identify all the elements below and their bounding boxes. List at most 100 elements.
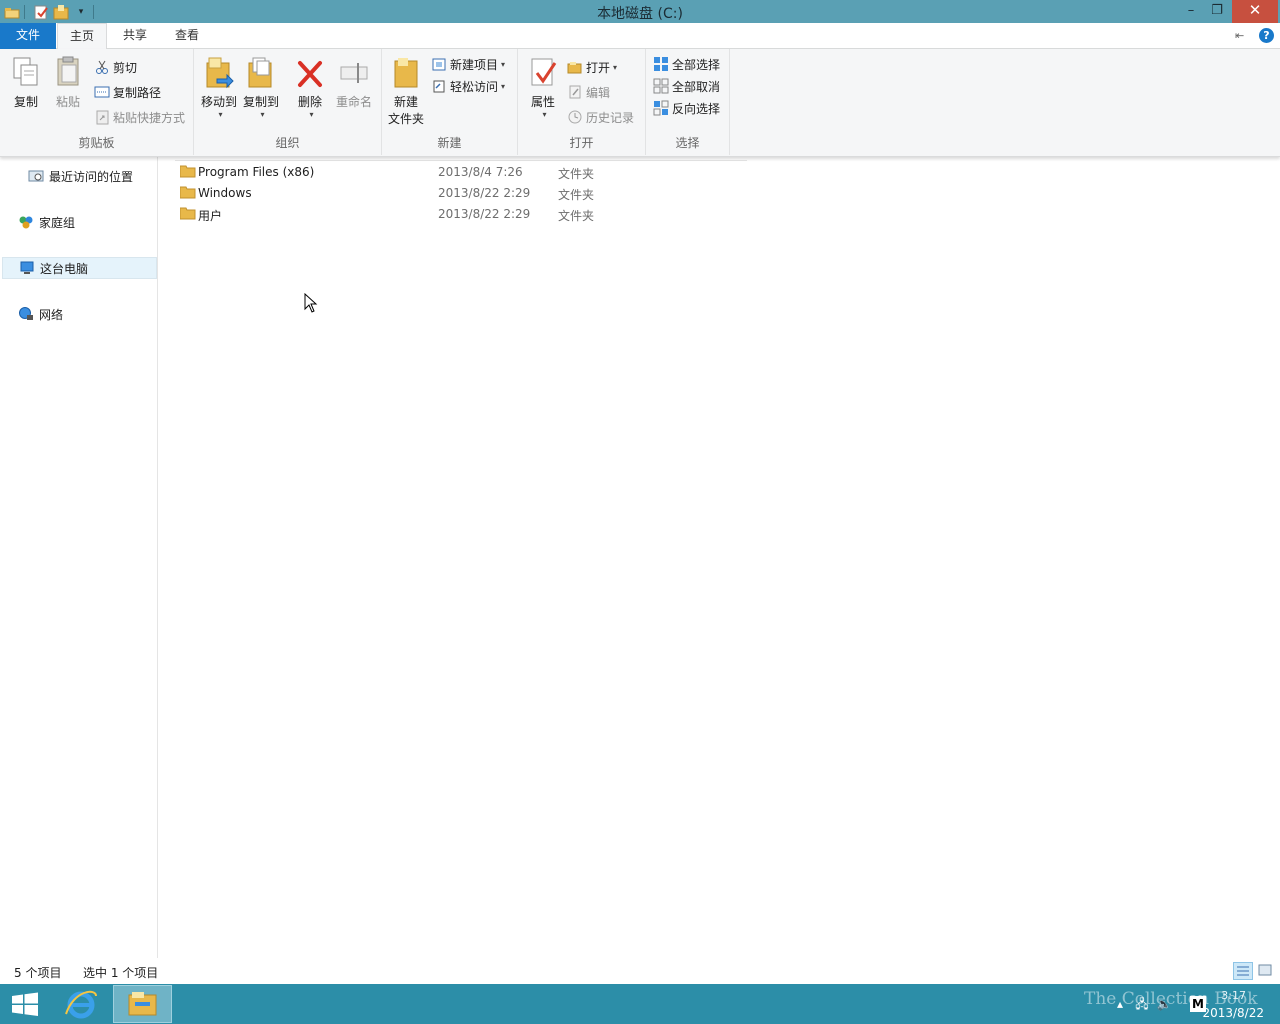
file-date: 2013/8/22 2:29	[438, 186, 531, 200]
invert-selection-button[interactable]: 反向选择	[653, 98, 720, 118]
tab-file[interactable]: 文件	[0, 23, 56, 49]
copy-path-button[interactable]: 复制路径	[94, 82, 161, 102]
nav-item-network[interactable]: 网络	[18, 303, 63, 325]
details-view-icon[interactable]	[1233, 962, 1253, 980]
easy-access-label: 轻松访问	[450, 79, 499, 94]
rename-icon	[338, 55, 370, 91]
restore-button[interactable]: ❐	[1204, 0, 1230, 23]
taskbar: The Collection Book ▴ 🖧 🔈 M 3:17 2013/8/…	[0, 984, 1280, 1024]
clock-time[interactable]: 3:17	[1221, 989, 1246, 1002]
file-explorer-taskbar-button[interactable]	[113, 985, 172, 1023]
select-all-button[interactable]: 全部选择	[653, 54, 720, 74]
nav-item-recent[interactable]: 最近访问的位置	[28, 165, 133, 187]
move-to-dropdown-icon: ▾	[218, 110, 223, 119]
network-tray-icon[interactable]: 🖧	[1134, 996, 1150, 1012]
open-label: 打开	[586, 60, 611, 75]
file-row[interactable]: 用户 2013/8/22 2:29 文件夹	[175, 204, 755, 224]
organize-group: 移动到 ▾ 复制到 ▾ 删除 ▾ 重命名 组织	[194, 49, 382, 155]
copy-button[interactable]: 复制	[6, 55, 46, 110]
open-folder-icon	[567, 59, 583, 75]
nav-item-this-pc[interactable]: 这台电脑	[2, 257, 157, 279]
copy-label: 复制	[13, 95, 38, 109]
copy-to-icon	[245, 55, 277, 91]
new-group: 新建 文件夹 新建项目 ▾ 轻松访问 ▾ 新建	[382, 49, 518, 155]
nav-item-network-label: 网络	[39, 307, 64, 322]
show-hidden-icons-icon[interactable]: ▴	[1112, 996, 1128, 1012]
close-button[interactable]: ✕	[1232, 0, 1278, 23]
file-date: 2013/8/4 7:26	[438, 165, 523, 179]
ribbon-tab-bar: 文件 主页 共享 查看 ⇤ ?	[0, 23, 1280, 50]
copy-to-button[interactable]: 复制到 ▾	[241, 55, 281, 119]
cut-button[interactable]: 剪切	[94, 57, 137, 77]
recent-places-icon	[28, 168, 44, 184]
volume-icon[interactable]: 🔈	[1156, 996, 1172, 1012]
paste-shortcut-icon	[94, 109, 110, 125]
new-item-button[interactable]: 新建项目 ▾	[431, 54, 505, 74]
edit-button[interactable]: 编辑	[567, 82, 610, 102]
properties-dropdown-icon: ▾	[542, 110, 547, 119]
properties-label: 属性	[530, 95, 555, 109]
paste-shortcut-label: 粘贴快捷方式	[113, 110, 186, 125]
easy-access-dropdown-icon: ▾	[501, 81, 506, 91]
history-button[interactable]: 历史记录	[567, 107, 634, 127]
paste-label: 粘贴	[55, 95, 80, 109]
nav-item-homegroup[interactable]: 家庭组	[18, 211, 75, 233]
copy-to-dropdown-icon: ▾	[260, 110, 265, 119]
file-type: 文件夹	[558, 167, 595, 181]
clipboard-group: 复制 粘贴 剪切 复制路径 粘贴快捷方式 剪贴板	[0, 49, 194, 155]
properties-button[interactable]: 属性 ▾	[524, 55, 562, 119]
delete-button[interactable]: 删除 ▾	[290, 55, 330, 119]
help-icon[interactable]: ?	[1259, 28, 1274, 43]
homegroup-icon	[18, 214, 34, 230]
clock-date[interactable]: 2013/8/22	[1202, 1006, 1264, 1020]
delete-dropdown-icon: ▾	[309, 110, 314, 119]
move-to-button[interactable]: 移动到 ▾	[199, 55, 239, 119]
invert-selection-label: 反向选择	[672, 101, 721, 116]
move-to-icon	[203, 55, 235, 91]
minimize-ribbon-icon[interactable]: ⇤	[1235, 29, 1251, 42]
select-all-icon	[653, 56, 669, 72]
nav-item-this-pc-label: 这台电脑	[40, 261, 89, 276]
easy-access-button[interactable]: 轻松访问 ▾	[431, 76, 505, 96]
copy-to-label: 复制到	[242, 95, 279, 109]
delete-label: 删除	[297, 95, 322, 109]
tab-share[interactable]: 共享	[113, 23, 157, 49]
ribbon: 复制 粘贴 剪切 复制路径 粘贴快捷方式 剪贴板 移动到 ▾ 复制到 ▾ 删除 …	[0, 49, 1280, 157]
open-button[interactable]: 打开 ▾	[567, 57, 617, 77]
new-folder-icon	[390, 55, 422, 91]
folder-icon	[179, 164, 196, 178]
ribbon-right-icons: ⇤ ?	[1235, 28, 1274, 43]
file-name: Program Files (x86)	[198, 165, 315, 179]
file-type: 文件夹	[558, 188, 595, 202]
scissors-icon	[94, 59, 110, 75]
file-row[interactable]: Windows 2013/8/22 2:29 文件夹	[175, 183, 755, 203]
paste-button[interactable]: 粘贴	[48, 55, 88, 110]
computer-icon	[19, 260, 35, 276]
copy-icon	[10, 55, 42, 91]
file-type: 文件夹	[558, 209, 595, 223]
navigation-pane[interactable]: 最近访问的位置 家庭组 这台电脑 网络	[0, 157, 158, 958]
nav-item-recent-label: 最近访问的位置	[49, 169, 134, 184]
file-list[interactable]: Program Files (x86) 2013/8/4 7:26 文件夹 Wi…	[159, 157, 1280, 958]
start-button[interactable]	[0, 984, 50, 1024]
internet-explorer-icon[interactable]	[60, 984, 102, 1024]
partially-hidden-row	[175, 157, 747, 161]
rename-label: 重命名	[335, 95, 372, 109]
copy-path-icon	[94, 84, 110, 100]
network-icon	[18, 306, 34, 322]
folder-icon	[179, 206, 196, 220]
new-folder-button[interactable]: 新建 文件夹	[386, 55, 426, 127]
tab-view[interactable]: 查看	[165, 23, 209, 49]
new-folder-label-line1: 新建	[393, 95, 418, 109]
rename-button[interactable]: 重命名	[332, 55, 376, 110]
easy-access-icon	[431, 78, 447, 94]
paste-shortcut-button[interactable]: 粘贴快捷方式	[94, 107, 185, 127]
tab-home[interactable]: 主页	[57, 23, 107, 50]
move-to-label: 移动到	[200, 95, 237, 109]
large-icons-view-icon[interactable]	[1256, 962, 1276, 980]
open-group-label: 打开	[569, 136, 594, 150]
select-none-button[interactable]: 全部取消	[653, 76, 720, 96]
file-row[interactable]: Program Files (x86) 2013/8/4 7:26 文件夹	[175, 162, 755, 182]
nav-item-homegroup-label: 家庭组	[39, 215, 76, 230]
minimize-button[interactable]: –	[1178, 0, 1204, 23]
